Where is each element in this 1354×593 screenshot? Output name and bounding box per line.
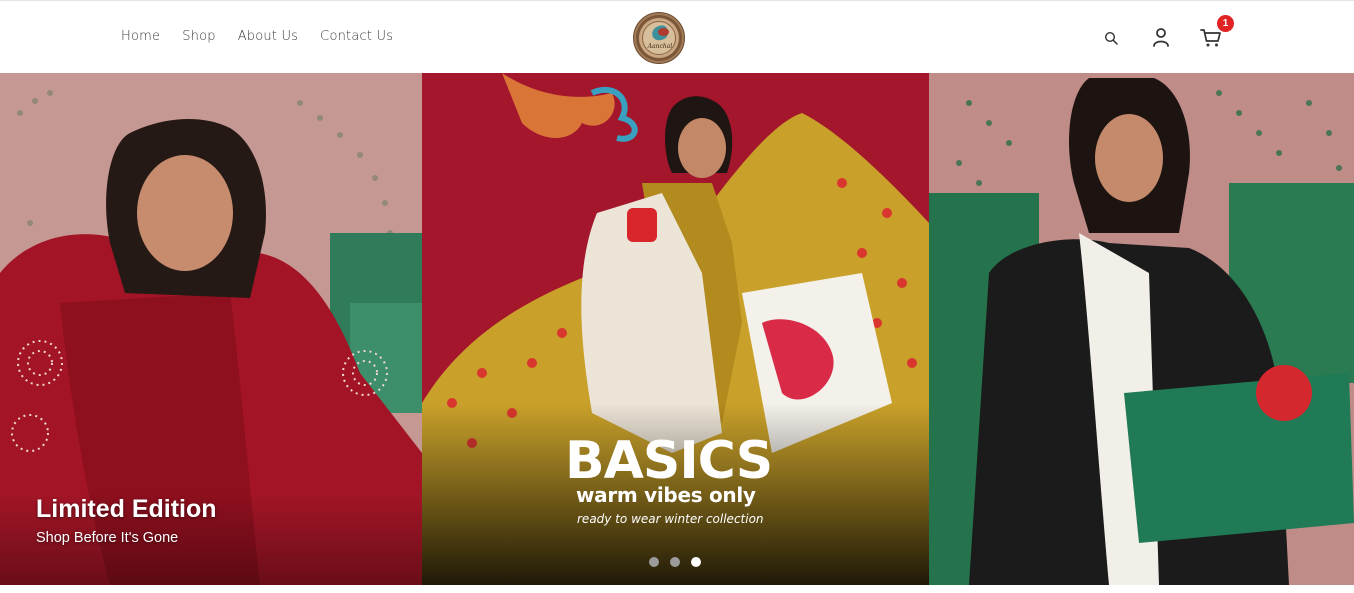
nav-shop[interactable]: Shop <box>182 29 216 44</box>
nav-contact-us[interactable]: Contact Us <box>320 29 393 44</box>
slide-image-black-outfit <box>929 73 1354 585</box>
main-nav: Home Shop About Us Contact Us <box>121 29 415 44</box>
cart-count-badge: 1 <box>1217 15 1234 32</box>
slide-limited-edition[interactable]: Limited Edition Shop Before It's Gone <box>0 73 422 585</box>
brand-logo[interactable]: Aanchal <box>633 12 685 64</box>
carousel-dots <box>649 557 701 567</box>
carousel-dot-1[interactable] <box>649 557 659 567</box>
nav-about-us[interactable]: About Us <box>238 29 298 44</box>
slide-caption: Limited Edition Shop Before It's Gone <box>36 495 217 546</box>
carousel-dot-3[interactable] <box>691 557 701 567</box>
user-icon[interactable] <box>1152 27 1170 47</box>
slide-tagline: warm vibes only <box>576 483 756 507</box>
search-icon[interactable] <box>1104 31 1118 45</box>
slide-image-basics-collection <box>422 73 929 585</box>
slide-basics[interactable]: BASICS warm vibes only ready to wear win… <box>422 73 929 585</box>
slide-title: Limited Edition <box>36 495 217 523</box>
slide-headline: BASICS <box>565 431 773 491</box>
carousel-dot-2[interactable] <box>670 557 680 567</box>
bird-wing-icon <box>658 28 669 36</box>
slide-subtitle: Shop Before It's Gone <box>36 530 179 546</box>
site-header: Home Shop About Us Contact Us Aanchal 1 <box>0 0 1354 73</box>
logo-text: Aanchal <box>647 43 673 50</box>
logo-emblem: Aanchal <box>642 21 676 55</box>
cart-icon[interactable] <box>1200 28 1222 48</box>
slide-subline: ready to wear winter collection <box>577 512 764 526</box>
slide-black-outfit[interactable]: › <box>929 73 1354 585</box>
nav-home[interactable]: Home <box>121 29 160 44</box>
hero-slider[interactable]: Limited Edition Shop Before It's Gone BA… <box>0 73 1354 585</box>
